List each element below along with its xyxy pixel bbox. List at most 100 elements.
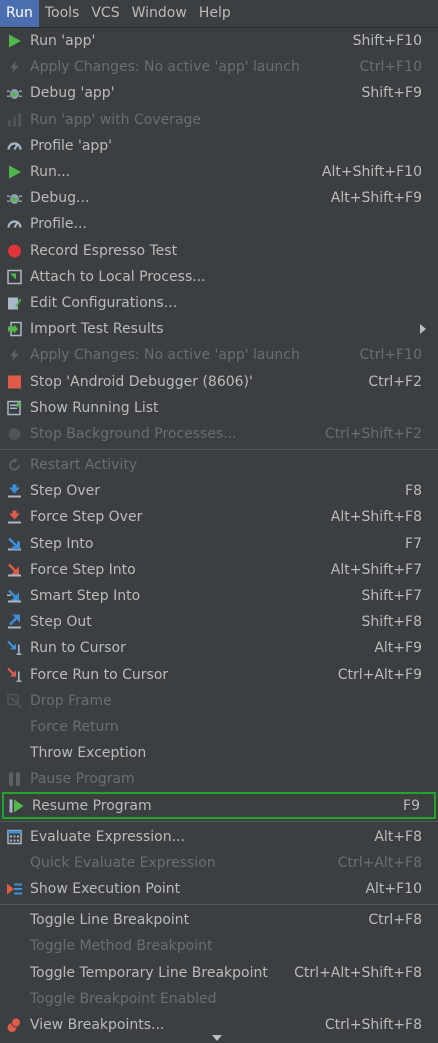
- execution-point-icon: [6, 881, 23, 898]
- menu-bar: Run Tools VCS Window Help: [0, 0, 438, 28]
- restart-icon: [6, 457, 23, 474]
- menu-item-apply-changes-no-active-app-launch: Apply Changes: No active 'app' launch Ctr…: [0, 342, 438, 368]
- menu-item-drop-frame: Drop Frame: [0, 688, 438, 714]
- menu-item-shortcut: Ctrl+Alt+F8: [337, 854, 422, 871]
- resume-icon: [8, 797, 25, 814]
- apply-changes-icon: [6, 347, 23, 364]
- menu-item-toggle-line-breakpoint[interactable]: Toggle Line Breakpoint Ctrl+F8: [0, 907, 438, 933]
- debug-icon: [6, 85, 23, 102]
- menu-item-show-execution-point[interactable]: Show Execution Point Alt+F10: [0, 876, 438, 902]
- force-step-over-icon: [6, 509, 23, 526]
- menu-item-shortcut: F8: [405, 483, 422, 500]
- menu-item-throw-exception[interactable]: Throw Exception: [0, 740, 438, 766]
- menu-item-label: Restart Activity: [30, 457, 138, 474]
- menu-item-label: Throw Exception: [30, 745, 147, 762]
- pause-icon: [6, 771, 23, 788]
- menu-item-shortcut: Shift+F8: [361, 614, 422, 631]
- submenu-arrow-icon: [420, 324, 426, 335]
- evaluate-icon: [6, 828, 23, 845]
- menu-item-label: Step Out: [30, 614, 92, 631]
- menu-item-evaluate-expression[interactable]: Evaluate Expression... Alt+F8: [0, 824, 438, 850]
- menu-item-label: Profile 'app': [30, 137, 113, 154]
- menu-item-shortcut: Ctrl+F10: [359, 59, 422, 76]
- menu-item-profile-app[interactable]: Profile 'app': [0, 133, 438, 159]
- menu-item-run-to-cursor[interactable]: Run to Cursor Alt+F9: [0, 635, 438, 661]
- menu-item-step-out[interactable]: Step Out Shift+F8: [0, 609, 438, 635]
- menu-item-label: Run 'app' with Coverage: [30, 111, 202, 128]
- menu-item-label: Edit Configurations...: [30, 294, 178, 311]
- menu-item-label: Show Running List: [30, 399, 159, 416]
- menu-window[interactable]: Window: [126, 0, 193, 27]
- menu-item-record-espresso-test[interactable]: Record Espresso Test: [0, 238, 438, 264]
- menu-item-label: Toggle Breakpoint Enabled: [30, 990, 217, 1007]
- menu-item-force-step-into[interactable]: Force Step Into Alt+Shift+F7: [0, 557, 438, 583]
- menu-vcs[interactable]: VCS: [85, 0, 125, 27]
- debug-icon: [6, 190, 23, 207]
- menu-item-resume-program[interactable]: Resume Program F9: [2, 792, 436, 819]
- run-dropdown-menu: Run 'app' Shift+F10 Apply Changes: No acti…: [0, 28, 438, 1038]
- menu-item-force-step-over[interactable]: Force Step Over Alt+Shift+F8: [0, 504, 438, 530]
- menu-item-label: Toggle Method Breakpoint: [30, 938, 213, 955]
- menu-item-apply-changes-no-active-app-launch: Apply Changes: No active 'app' launch Ctr…: [0, 54, 438, 80]
- menu-item-shortcut: Ctrl+F2: [368, 373, 422, 390]
- menu-item-label: Force Return: [30, 718, 119, 735]
- menu-item-shortcut: Alt+F8: [374, 828, 422, 845]
- menu-item-debug[interactable]: Debug... Alt+Shift+F9: [0, 185, 438, 211]
- force-run-to-cursor-icon: [6, 666, 23, 683]
- coverage-icon: [6, 111, 23, 128]
- menu-separator: [0, 904, 438, 906]
- menu-item-debug-app[interactable]: Debug 'app' Shift+F9: [0, 80, 438, 106]
- breakpoints-icon: [6, 1017, 23, 1034]
- menu-item-import-test-results[interactable]: Import Test Results: [0, 316, 438, 342]
- menu-item-label: Force Run to Cursor: [30, 666, 169, 683]
- menu-item-label: Force Step Into: [30, 561, 136, 578]
- menu-item-label: Apply Changes: No active 'app' launch: [30, 347, 300, 364]
- menu-item-shortcut: Shift+F10: [352, 33, 422, 50]
- menu-item-label: Stop Background Processes...: [30, 425, 237, 442]
- menu-item-shortcut: Alt+Shift+F9: [330, 190, 422, 207]
- scroll-down-arrow-icon[interactable]: [212, 1035, 222, 1041]
- menu-help[interactable]: Help: [193, 0, 237, 27]
- menu-item-toggle-temporary-line-breakpoint[interactable]: Toggle Temporary Line Breakpoint Ctrl+Alt…: [0, 960, 438, 986]
- drop-frame-icon: [6, 692, 23, 709]
- menu-item-show-running-list[interactable]: Show Running List: [0, 395, 438, 421]
- menu-item-label: Resume Program: [32, 797, 152, 814]
- menu-item-label: Run 'app': [30, 33, 96, 50]
- menu-item-label: Smart Step Into: [30, 588, 141, 605]
- menu-item-label: Record Espresso Test: [30, 242, 178, 259]
- menu-item-quick-evaluate-expression: Quick Evaluate Expression Ctrl+Alt+F8: [0, 850, 438, 876]
- menu-item-label: Apply Changes: No active 'app' launch: [30, 59, 300, 76]
- menu-item-label: Import Test Results: [30, 321, 164, 338]
- profile-icon: [6, 137, 23, 154]
- menu-tools[interactable]: Tools: [39, 0, 86, 27]
- menu-item-label: Profile...: [30, 216, 87, 233]
- run-to-cursor-icon: [6, 640, 23, 657]
- menu-item-label: Attach to Local Process...: [30, 268, 206, 285]
- menu-item-shortcut: F9: [403, 797, 420, 814]
- menu-item-label: Step Into: [30, 535, 94, 552]
- menu-item-step-into[interactable]: Step Into F7: [0, 531, 438, 557]
- step-into-icon: [6, 535, 23, 552]
- menu-item-smart-step-into[interactable]: Smart Step Into Shift+F7: [0, 583, 438, 609]
- menu-item-label: Debug 'app': [30, 85, 115, 102]
- menu-item-step-over[interactable]: Step Over F8: [0, 478, 438, 504]
- menu-item-label: Pause Program: [30, 771, 135, 788]
- menu-item-label: Force Step Over: [30, 509, 143, 526]
- menu-item-shortcut: Alt+F10: [365, 881, 422, 898]
- menu-item-edit-configurations[interactable]: Edit Configurations...: [0, 290, 438, 316]
- menu-item-toggle-breakpoint-enabled: Toggle Breakpoint Enabled: [0, 986, 438, 1012]
- menu-item-label: Evaluate Expression...: [30, 828, 185, 845]
- menu-item-run[interactable]: Run... Alt+Shift+F10: [0, 159, 438, 185]
- menu-item-attach-to-local-process[interactable]: Attach to Local Process...: [0, 264, 438, 290]
- menu-item-force-run-to-cursor[interactable]: Force Run to Cursor Ctrl+Alt+F9: [0, 662, 438, 688]
- menu-item-restart-activity: Restart Activity: [0, 452, 438, 478]
- menu-item-run-app[interactable]: Run 'app' Shift+F10: [0, 28, 438, 54]
- menu-item-shortcut: Ctrl+Alt+Shift+F8: [294, 964, 422, 981]
- run-icon: [6, 164, 23, 181]
- menu-item-stop-android-debugger-8606[interactable]: Stop 'Android Debugger (8606)' Ctrl+F2: [0, 368, 438, 394]
- running-list-icon: [6, 399, 23, 416]
- menu-item-label: Stop 'Android Debugger (8606)': [30, 373, 253, 390]
- menu-item-toggle-method-breakpoint: Toggle Method Breakpoint: [0, 933, 438, 959]
- menu-run[interactable]: Run: [0, 0, 39, 27]
- menu-item-profile[interactable]: Profile...: [0, 211, 438, 237]
